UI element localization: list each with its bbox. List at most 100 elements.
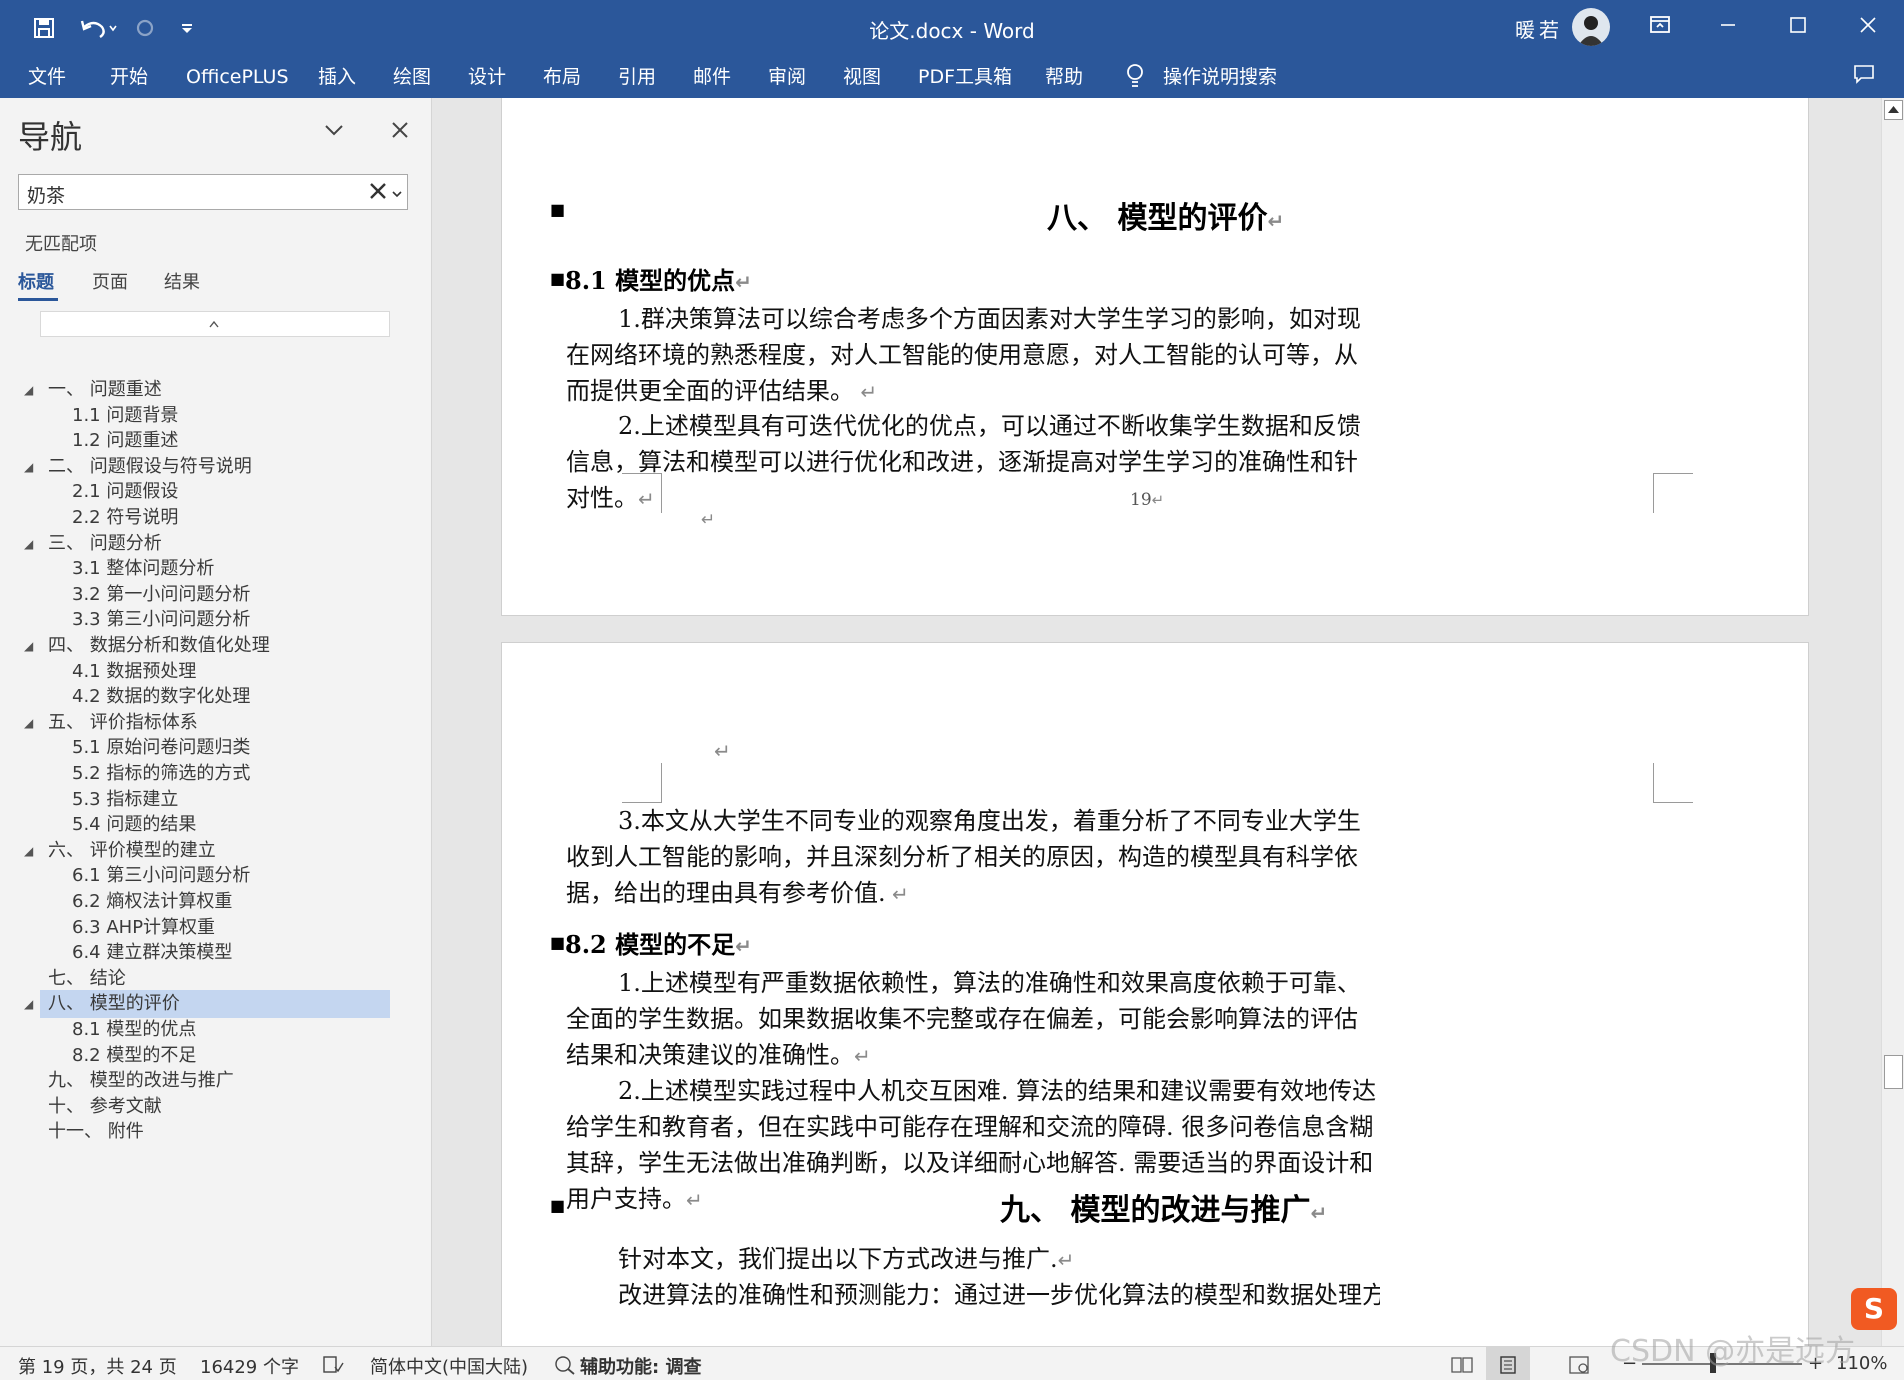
heading-shortcomings[interactable]: 8.2 模型的不足↵ — [565, 925, 752, 960]
comments-icon[interactable] — [1852, 62, 1878, 92]
ime-badge[interactable]: S — [1851, 1288, 1897, 1330]
close-icon[interactable] — [1838, 0, 1898, 50]
nav-heading-item[interactable]: 3.1 整体问题分析 — [40, 555, 390, 583]
heading-model-evaluation[interactable]: 八、 模型的评价↵ — [1047, 193, 1284, 237]
nav-heading-item[interactable]: 6.3 AHP计算权重 — [40, 914, 390, 942]
paragraph[interactable]: 2.上述模型具有可迭代优化的优点，可以通过不断收集学生数据和反馈信息，算法和模型… — [566, 408, 1380, 517]
proofing-icon[interactable] — [322, 1355, 344, 1380]
user-name[interactable]: 暖若 — [1515, 14, 1563, 43]
search-options-icon[interactable] — [391, 185, 403, 204]
heading-improvement[interactable]: 九、 模型的改进与推广↵ — [1000, 1185, 1327, 1229]
paragraph[interactable]: 针对本文，我们提出以下方式改进与推广.↵ — [566, 1241, 1380, 1278]
nav-heading-label: 8.2 模型的不足 — [72, 1044, 197, 1066]
nav-heading-item[interactable]: 七、 结论 — [40, 965, 390, 993]
paragraph[interactable]: 1.上述模型有严重数据依赖性，算法的准确性和效果高度依赖于可靠、全面的学生数据。… — [566, 965, 1380, 1074]
tab-home[interactable]: 开始 — [110, 62, 148, 92]
collapse-triangle-icon[interactable]: ◢ — [24, 383, 33, 397]
collapse-triangle-icon[interactable]: ◢ — [24, 639, 33, 653]
page-19[interactable]: ■ 八、 模型的评价↵ ■ 8.1 模型的优点↵ 1.群决策算法可以综合考虑多个… — [501, 98, 1809, 616]
tab-help[interactable]: 帮助 — [1045, 62, 1083, 92]
nav-heading-item[interactable]: 3.3 第三小问问题分析 — [40, 606, 390, 634]
nav-tab-pages[interactable]: 页面 — [92, 268, 128, 294]
undo-icon[interactable] — [72, 10, 124, 46]
nav-heading-item[interactable]: 5.3 指标建立 — [40, 786, 390, 814]
print-layout-icon[interactable] — [1486, 1347, 1530, 1380]
page-count[interactable]: 第 19 页，共 24 页 — [18, 1353, 177, 1379]
redo-icon[interactable] — [128, 10, 162, 46]
paragraph[interactable]: 改进算法的准确性和预测能力：通过进一步优化算法的模型和数据处理方法，提 — [566, 1277, 1380, 1313]
tab-mailings[interactable]: 邮件 — [693, 62, 731, 92]
nav-heading-item[interactable]: 四、 数据分析和数值化处理 — [40, 632, 390, 660]
read-mode-icon[interactable] — [1450, 1355, 1474, 1380]
collapse-triangle-icon[interactable]: ◢ — [24, 716, 33, 730]
minimize-icon[interactable] — [1698, 0, 1758, 50]
nav-heading-item[interactable]: 五、 评价指标体系 — [40, 709, 390, 737]
nav-tab-headings[interactable]: 标题 — [18, 268, 54, 294]
nav-heading-item[interactable]: 2.2 符号说明 — [40, 504, 390, 532]
tab-view[interactable]: 视图 — [843, 62, 881, 92]
avatar[interactable] — [1572, 8, 1610, 46]
paragraph[interactable]: 1.群决策算法可以综合考虑多个方面因素对大学生学习的影响，如对现在网络环境的熟悉… — [566, 301, 1380, 410]
nav-heading-item[interactable]: 8.1 模型的优点 — [40, 1016, 390, 1044]
ribbon-display-options-icon[interactable] — [1630, 0, 1690, 50]
nav-heading-label: 4.2 数据的数字化处理 — [72, 686, 251, 708]
headings-scroll-up[interactable] — [40, 311, 390, 337]
nav-heading-item[interactable]: 2.1 问题假设 — [40, 478, 390, 506]
web-layout-icon[interactable] — [1568, 1355, 1590, 1380]
nav-heading-item[interactable]: 8.2 模型的不足 — [40, 1042, 390, 1070]
nav-heading-item[interactable]: 6.1 第三小问问题分析 — [40, 862, 390, 890]
collapse-triangle-icon[interactable]: ◢ — [24, 460, 33, 474]
word-count[interactable]: 16429 个字 — [200, 1353, 299, 1379]
nav-heading-item[interactable]: 1.1 问题背景 — [40, 402, 390, 430]
nav-heading-item[interactable]: 八、 模型的评价 — [40, 990, 390, 1019]
tab-pdf-toolbox[interactable]: PDF工具箱 — [918, 62, 1012, 92]
nav-heading-item[interactable]: 5.4 问题的结果 — [40, 811, 390, 839]
lightbulb-icon[interactable] — [1124, 62, 1148, 92]
scrollbar-thumb[interactable] — [1884, 1055, 1903, 1089]
accessibility-icon[interactable] — [554, 1355, 576, 1380]
nav-heading-item[interactable]: 六、 评价模型的建立 — [40, 837, 390, 865]
nav-heading-item[interactable]: 4.2 数据的数字化处理 — [40, 683, 390, 711]
page-20[interactable]: ↵ 3.本文从大学生不同专业的观察角度出发，着重分析了不同专业大学生收到人工智能… — [501, 642, 1809, 1346]
paragraph[interactable]: 3.本文从大学生不同专业的观察角度出发，着重分析了不同专业大学生收到人工智能的影… — [566, 803, 1380, 912]
nav-tab-results[interactable]: 结果 — [164, 268, 200, 294]
nav-heading-item[interactable]: 5.1 原始问卷问题归类 — [40, 734, 390, 762]
clear-search-icon[interactable] — [369, 182, 387, 204]
nav-heading-item[interactable]: 5.2 指标的筛选的方式 — [40, 760, 390, 788]
collapse-triangle-icon[interactable]: ◢ — [24, 537, 33, 551]
nav-heading-item[interactable]: 6.2 熵权法计算权重 — [40, 888, 390, 916]
scroll-up-arrow-icon[interactable] — [1884, 100, 1903, 120]
nav-heading-item[interactable]: 三、 问题分析 — [40, 530, 390, 558]
tab-officeplus[interactable]: OfficePLUS — [186, 62, 289, 92]
nav-heading-item[interactable]: 十一、 附件 — [40, 1118, 390, 1146]
tab-references[interactable]: 引用 — [618, 62, 656, 92]
accessibility-status[interactable]: 辅助功能: 调查 — [580, 1353, 701, 1379]
nav-heading-item[interactable]: 一、 问题重述 — [40, 376, 390, 404]
maximize-icon[interactable] — [1768, 0, 1828, 50]
customize-qat-icon[interactable] — [172, 10, 202, 46]
tab-draw[interactable]: 绘图 — [393, 62, 431, 92]
tab-file[interactable]: 文件 — [28, 62, 66, 92]
nav-search-input[interactable]: 奶茶 — [18, 174, 408, 210]
save-icon[interactable] — [24, 10, 64, 46]
chevron-down-icon[interactable] — [322, 118, 346, 146]
tab-insert[interactable]: 插入 — [318, 62, 356, 92]
tab-design[interactable]: 设计 — [468, 62, 506, 92]
collapse-triangle-icon[interactable]: ◢ — [24, 997, 33, 1011]
heading-advantages[interactable]: 8.1 模型的优点↵ — [565, 261, 752, 296]
language[interactable]: 简体中文(中国大陆) — [370, 1353, 528, 1379]
tell-me-search[interactable]: 操作说明搜索 — [1163, 62, 1277, 92]
nav-heading-item[interactable]: 4.1 数据预处理 — [40, 658, 390, 686]
nav-heading-item[interactable]: 九、 模型的改进与推广 — [40, 1067, 390, 1095]
nav-heading-item[interactable]: 6.4 建立群决策模型 — [40, 939, 390, 967]
close-pane-icon[interactable] — [390, 120, 410, 144]
nav-heading-item[interactable]: 十、 参考文献 — [40, 1093, 390, 1121]
collapse-triangle-icon[interactable]: ◢ — [24, 844, 33, 858]
nav-heading-item[interactable]: 二、 问题假设与符号说明 — [40, 453, 390, 481]
nav-heading-item[interactable]: 1.2 问题重述 — [40, 427, 390, 455]
title-bar: 论文.docx - Word 暖若 — [0, 0, 1904, 56]
vertical-scrollbar[interactable] — [1881, 98, 1904, 1346]
tab-review[interactable]: 审阅 — [768, 62, 806, 92]
nav-heading-item[interactable]: 3.2 第一小问问题分析 — [40, 581, 390, 609]
tab-layout[interactable]: 布局 — [543, 62, 581, 92]
